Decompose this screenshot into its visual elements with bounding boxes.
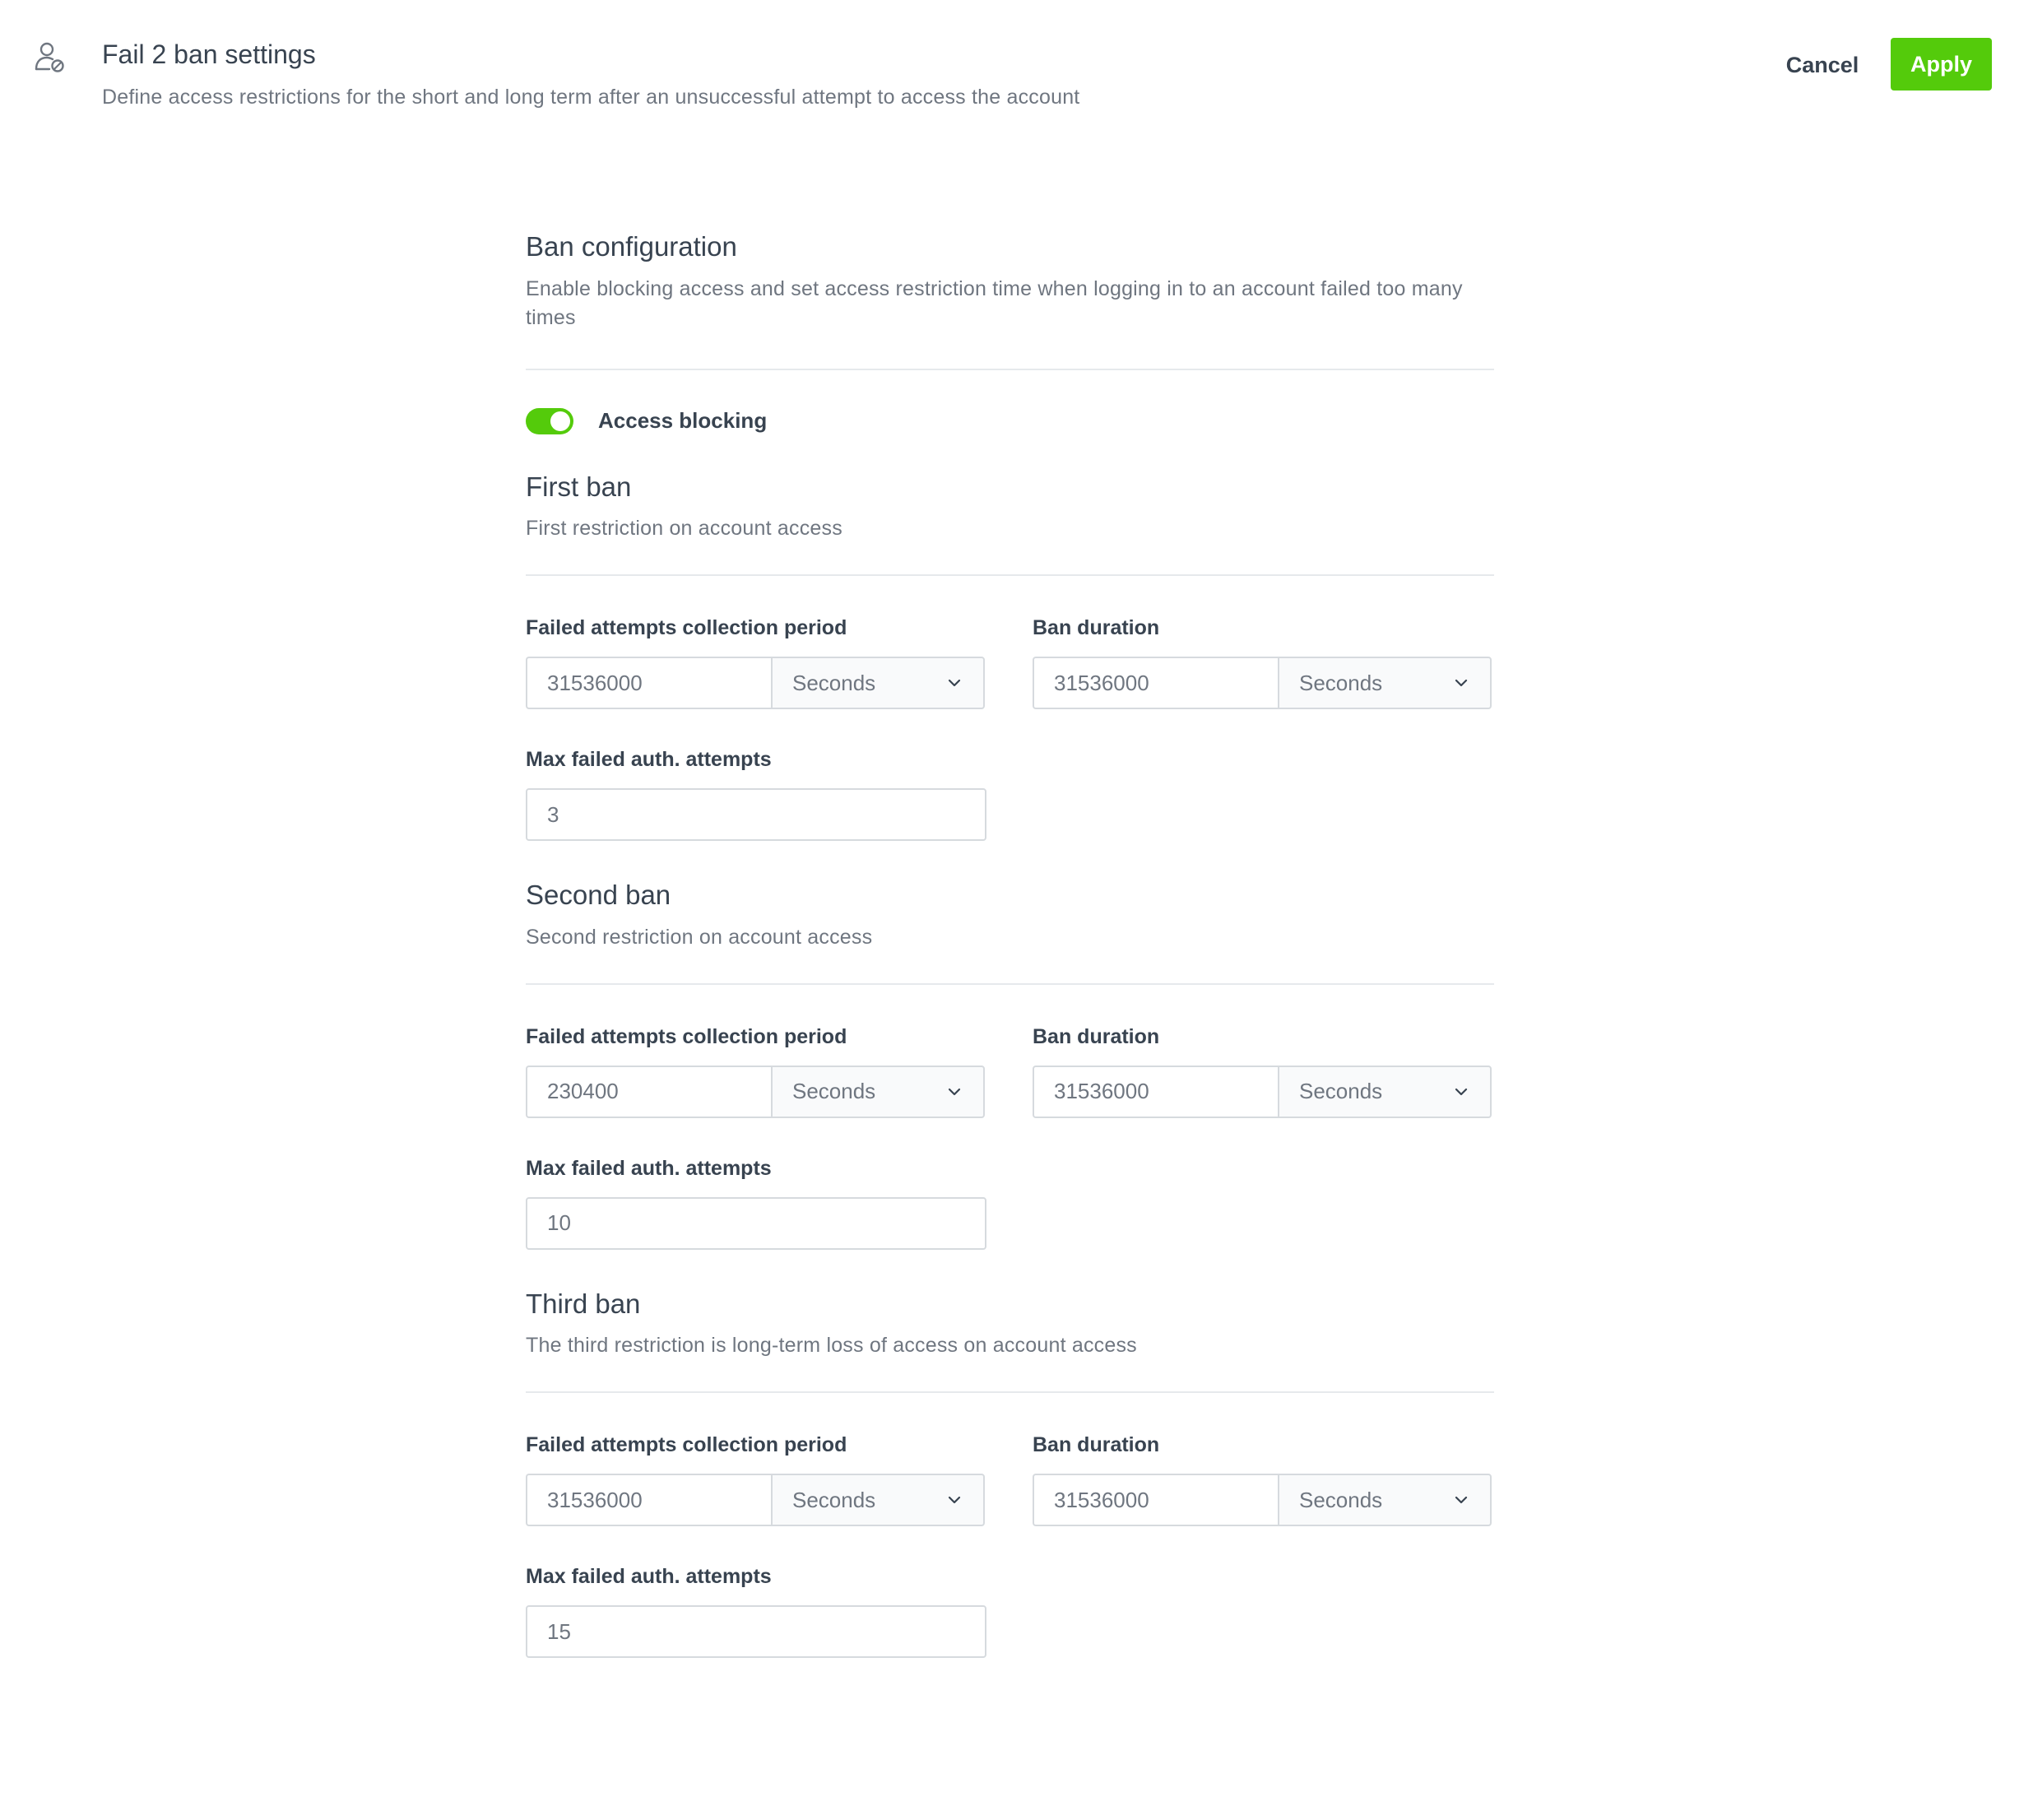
apply-button[interactable]: Apply — [1891, 38, 1992, 91]
duration-label: Ban duration — [1033, 1433, 1160, 1457]
period-label: Failed attempts collection period — [526, 1024, 847, 1048]
period-unit-value: Seconds — [792, 670, 876, 695]
duration-field: Ban duration 31536000 Seconds — [1033, 1431, 1492, 1527]
max-attempts-field: Max failed auth. attempts 10 — [526, 1154, 1494, 1250]
second-ban-section: Second ban Second restriction on account… — [526, 879, 1494, 952]
section-description: First restriction on account access — [526, 517, 842, 541]
ban-configuration-section: Ban configuration Enable blocking access… — [526, 230, 1494, 332]
period-label: Failed attempts collection period — [526, 616, 847, 640]
page-header: Fail 2 ban settings Define access restri… — [0, 0, 2033, 148]
duration-label: Ban duration — [1033, 1024, 1160, 1048]
cancel-button[interactable]: Cancel — [1769, 39, 1876, 91]
max-attempts-label: Max failed auth. attempts — [526, 1565, 772, 1589]
chevron-down-icon — [1455, 1088, 1468, 1095]
chevron-down-icon — [948, 680, 961, 687]
divider — [526, 1391, 1494, 1394]
third-ban-section: Third ban The third restriction is long-… — [526, 1288, 1494, 1361]
divider — [526, 368, 1494, 370]
chevron-down-icon — [1455, 1497, 1468, 1504]
access-blocking-label: Access blocking — [598, 408, 768, 434]
section-description: The third restriction is long-term loss … — [526, 1334, 1137, 1358]
duration-unit-value: Seconds — [1299, 670, 1383, 695]
chevron-down-icon — [948, 1497, 961, 1504]
access-blocking-row: Access blocking — [526, 405, 1494, 438]
period-unit-select[interactable]: Seconds — [771, 1065, 985, 1118]
period-unit-select[interactable]: Seconds — [771, 1474, 985, 1527]
max-attempts-input[interactable]: 15 — [526, 1605, 986, 1659]
duration-unit-select[interactable]: Seconds — [1278, 1474, 1492, 1527]
duration-unit-select[interactable]: Seconds — [1278, 1065, 1492, 1118]
max-attempts-input[interactable]: 10 — [526, 1196, 986, 1250]
divider — [526, 574, 1494, 577]
section-title: Second ban — [526, 880, 671, 911]
duration-unit-value: Seconds — [1299, 1487, 1383, 1512]
divider — [526, 982, 1494, 985]
chevron-down-icon — [948, 1088, 961, 1095]
period-value-input[interactable]: 31536000 — [526, 657, 771, 710]
duration-value-input[interactable]: 31536000 — [1033, 657, 1278, 710]
duration-label: Ban duration — [1033, 616, 1160, 640]
section-title: Ban configuration — [526, 231, 737, 262]
max-attempts-input[interactable]: 3 — [526, 788, 986, 842]
period-label: Failed attempts collection period — [526, 1433, 847, 1457]
settings-form: Ban configuration Enable blocking access… — [526, 230, 1494, 1659]
section-title: First ban — [526, 471, 632, 502]
duration-field: Ban duration 31536000 Seconds — [1033, 614, 1492, 710]
user-settings-icon — [35, 42, 64, 72]
period-unit-select[interactable]: Seconds — [771, 657, 985, 710]
period-field: Failed attempts collection period 230400… — [526, 1023, 985, 1118]
toggle-knob — [550, 411, 570, 431]
period-field: Failed attempts collection period 315360… — [526, 1431, 985, 1527]
duration-unit-value: Seconds — [1299, 1079, 1383, 1104]
duration-value-input[interactable]: 31536000 — [1033, 1474, 1278, 1527]
first-ban-section: First ban First restriction on account a… — [526, 471, 1494, 544]
access-blocking-toggle[interactable] — [526, 407, 573, 434]
section-description: Enable blocking access and set access re… — [526, 276, 1463, 329]
duration-value-input[interactable]: 31536000 — [1033, 1065, 1278, 1118]
duration-field: Ban duration 31536000 Seconds — [1033, 1023, 1492, 1118]
duration-unit-select[interactable]: Seconds — [1278, 657, 1492, 710]
page-title: Fail 2 ban settings — [102, 39, 316, 69]
first-ban-fields: Failed attempts collection period 315360… — [526, 614, 1494, 710]
max-attempts-field: Max failed auth. attempts 3 — [526, 745, 1494, 842]
period-value-input[interactable]: 31536000 — [526, 1474, 771, 1527]
section-description: Second restriction on account access — [526, 925, 873, 949]
period-unit-value: Seconds — [792, 1079, 876, 1104]
second-ban-fields: Failed attempts collection period 230400… — [526, 1023, 1494, 1118]
page-subtitle: Define access restrictions for the short… — [102, 86, 1080, 109]
max-attempts-field: Max failed auth. attempts 15 — [526, 1562, 1494, 1659]
max-attempts-label: Max failed auth. attempts — [526, 1156, 772, 1180]
period-unit-value: Seconds — [792, 1487, 876, 1512]
third-ban-fields: Failed attempts collection period 315360… — [526, 1431, 1494, 1527]
period-value-input[interactable]: 230400 — [526, 1065, 771, 1118]
section-title: Third ban — [526, 1288, 641, 1319]
max-attempts-label: Max failed auth. attempts — [526, 748, 772, 772]
chevron-down-icon — [1455, 680, 1468, 687]
period-field: Failed attempts collection period 315360… — [526, 614, 985, 710]
